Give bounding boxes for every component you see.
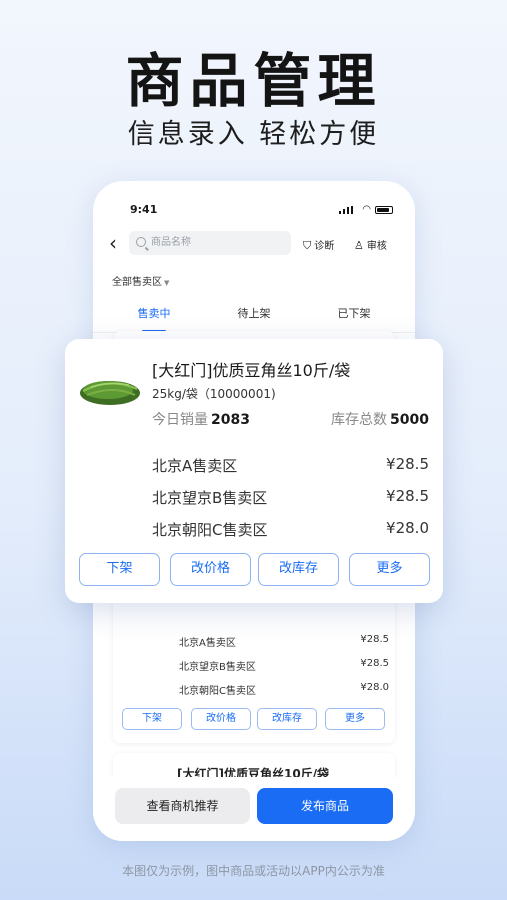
wifi-icon: ◠ <box>362 204 371 215</box>
edit-stock-button[interactable]: 改库存 <box>257 708 317 730</box>
sales-value: 2083 <box>211 412 250 428</box>
region-price: ¥28.0 <box>386 519 429 537</box>
status-tabs: 售卖中 待上架 已下架 <box>93 299 415 333</box>
search-placeholder: 商品名称 <box>151 237 191 248</box>
region-filter-label: 全部售卖区 <box>112 277 162 288</box>
bottom-action-bar: 查看商机推荐 发布商品 <box>93 777 415 841</box>
hero-subtitle: 信息录入 轻松方便 <box>127 119 380 150</box>
shield-check-icon: ⛉ <box>303 239 312 252</box>
more-button[interactable]: 更多 <box>349 553 430 586</box>
tab-pending[interactable]: 待上架 <box>219 305 289 321</box>
product-image <box>80 381 140 405</box>
opportunity-recommend-button[interactable]: 查看商机推荐 <box>115 788 250 824</box>
product-spec: 25kg/袋（10000001) <box>152 387 276 401</box>
region-name: 北京A售卖区 <box>152 457 238 475</box>
signal-icon <box>339 206 353 214</box>
today-sales: 今日销量 2083 <box>152 409 250 429</box>
region-price: ¥28.5 <box>360 634 389 645</box>
region-filter-dropdown[interactable]: 全部售卖区 ▼ <box>112 273 169 288</box>
product-title: [大红门]优质豆角丝10斤/袋 <box>152 361 351 380</box>
region-price: ¥28.5 <box>386 455 429 473</box>
caret-down-icon: ▼ <box>164 279 170 287</box>
user-icon: ♙ <box>354 239 364 252</box>
edit-stock-button[interactable]: 改库存 <box>258 553 339 586</box>
list-item: 北京望京B售卖区 ¥28.5 <box>179 658 389 673</box>
region-price: ¥28.0 <box>360 682 389 693</box>
region-name: 北京朝阳C售卖区 <box>179 686 256 697</box>
region-price: ¥28.5 <box>386 487 429 505</box>
back-icon[interactable]: ‹ <box>109 231 117 255</box>
delist-button[interactable]: 下架 <box>122 708 182 730</box>
stock-label: 库存总数 <box>331 412 388 428</box>
status-time: 9:41 <box>130 203 158 216</box>
search-input[interactable]: 商品名称 <box>129 231 291 255</box>
stock-total: 库存总数 5000 <box>331 409 429 429</box>
region-name: 北京望京B售卖区 <box>152 489 268 507</box>
status-bar: 9:41 ◠ <box>93 181 415 221</box>
battery-icon <box>375 206 393 214</box>
diagnose-label: 诊断 <box>314 241 335 252</box>
list-item: 北京朝阳C售卖区 ¥28.0 <box>179 682 389 697</box>
disclaimer-footnote: 本图仅为示例，图中商品或活动以APP内公示为准 <box>122 864 385 878</box>
more-button[interactable]: 更多 <box>325 708 385 730</box>
review-label: 审核 <box>366 241 387 252</box>
tab-off-shelf[interactable]: 已下架 <box>319 305 389 321</box>
list-item: 北京A售卖区 ¥28.5 <box>152 455 429 476</box>
delist-button[interactable]: 下架 <box>79 553 160 586</box>
tab-on-sale[interactable]: 售卖中 <box>119 305 189 321</box>
list-item: 北京望京B售卖区 ¥28.5 <box>152 487 429 508</box>
featured-product-card: [大红门]优质豆角丝10斤/袋 25kg/袋（10000001) 今日销量 208… <box>65 339 443 603</box>
hero-title: 商品管理 <box>125 47 382 115</box>
review-button[interactable]: ♙ 审核 <box>354 237 387 252</box>
navbar: ‹ 商品名称 ⛉ 诊断 ♙ 审核 <box>93 229 415 259</box>
publish-product-button[interactable]: 发布商品 <box>257 788 393 824</box>
edit-price-button[interactable]: 改价格 <box>191 708 251 730</box>
edit-price-button[interactable]: 改价格 <box>170 553 251 586</box>
region-price: ¥28.5 <box>360 658 389 669</box>
search-icon <box>136 237 146 247</box>
list-item: 北京朝阳C售卖区 ¥28.0 <box>152 519 429 540</box>
region-name: 北京望京B售卖区 <box>179 662 256 673</box>
sales-label: 今日销量 <box>152 412 208 428</box>
region-name: 北京A售卖区 <box>179 638 236 649</box>
region-name: 北京朝阳C售卖区 <box>152 521 268 539</box>
stock-value: 5000 <box>390 412 429 428</box>
list-item: 北京A售卖区 ¥28.5 <box>179 634 389 649</box>
diagnose-button[interactable]: ⛉ 诊断 <box>303 237 334 253</box>
